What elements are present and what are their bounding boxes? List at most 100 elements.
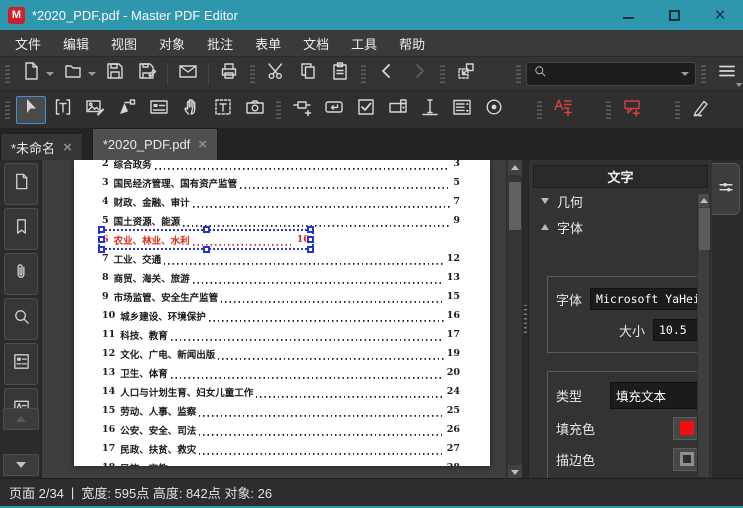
minimize-button[interactable] [605, 0, 651, 30]
toc-row[interactable]: 4 财政、金融、审计 7 [102, 192, 460, 211]
toc-row[interactable]: 14 人口与计划生育、妇女儿童工作 24 [102, 382, 460, 401]
toc-row[interactable]: 11 科技、教育 17 [102, 325, 460, 344]
toc-row[interactable]: 5 国土资源、能源 9 [102, 211, 460, 230]
toolbar-grip[interactable] [250, 64, 255, 83]
scroll-up-button[interactable] [508, 160, 522, 175]
scrollbar-thumb[interactable] [509, 182, 521, 230]
toolbar-grip[interactable] [516, 64, 521, 83]
font-family-select[interactable]: Microsoft YaHei [590, 288, 699, 310]
document-tab-2[interactable]: *2020_PDF.pdf × [91, 128, 219, 160]
toolbar-grip[interactable] [675, 100, 680, 119]
search-input[interactable] [547, 66, 681, 81]
menu-5[interactable]: 批注 [196, 30, 244, 56]
toc-row[interactable]: 18 民族、宗教 28 [102, 458, 460, 466]
fit-visible-button[interactable] [451, 60, 481, 88]
panel-scrollbar-thumb[interactable] [699, 208, 710, 250]
toc-row[interactable]: 17 民政、扶贫、救灾 27 [102, 439, 460, 458]
font-size-input[interactable]: 10.5 [653, 319, 699, 341]
toolbar-grip[interactable] [276, 100, 281, 119]
close-button[interactable]: × [697, 0, 743, 30]
hamburger-button[interactable] [712, 60, 742, 88]
toolbar-grip[interactable] [606, 100, 611, 119]
document-scrollbar[interactable] [506, 160, 522, 480]
menu-9[interactable]: 帮助 [388, 30, 436, 56]
menu-2[interactable]: 编辑 [52, 30, 100, 56]
tab-close-icon[interactable]: × [198, 137, 207, 152]
section-font[interactable]: 字体 [529, 214, 712, 240]
toolbar-grip[interactable] [537, 100, 542, 119]
back-button[interactable] [372, 60, 402, 88]
text-type-select[interactable]: 填充文本 [610, 382, 701, 409]
document-tab-1[interactable]: *未命名 × [0, 133, 83, 160]
hand-tool-button[interactable] [176, 96, 206, 124]
toolbar-grip[interactable] [5, 64, 10, 83]
toc-row[interactable]: 15 劳动、人事、监察 25 [102, 401, 460, 420]
selection-handle[interactable] [202, 226, 210, 233]
open-folder-button[interactable] [58, 60, 88, 88]
document-view[interactable]: 2 综合政务 3 3 国民经济管理、国有资产监管 5 4 财政、金融、审计 7 5 国土资源、能源 9… [42, 160, 522, 480]
maximize-button[interactable] [651, 0, 697, 30]
splitter-grip[interactable] [523, 305, 527, 333]
copy-button[interactable] [293, 60, 323, 88]
chevron-down-icon[interactable] [681, 71, 689, 76]
panel-scroll-up-button[interactable] [698, 194, 709, 207]
text-field-tool-button[interactable] [415, 96, 445, 124]
attachments-panel-button[interactable] [4, 253, 38, 295]
menu-8[interactable]: 工具 [340, 30, 388, 56]
selection-handle[interactable] [98, 246, 105, 253]
checkbox-field-tool-button[interactable] [351, 96, 381, 124]
section-geometry[interactable]: 几何 [529, 188, 712, 214]
print-button[interactable] [214, 60, 244, 88]
toc-row[interactable]: 12 文化、广电、新闻出版 19 [102, 344, 460, 363]
search-panel-button[interactable] [4, 298, 38, 340]
selection-handle[interactable] [98, 226, 105, 233]
edit-form-tool-button[interactable] [144, 96, 174, 124]
tab-close-icon[interactable]: × [63, 140, 72, 155]
combobox-field-tool-button[interactable] [383, 96, 413, 124]
new-document-button[interactable] [16, 60, 46, 88]
pdf-page[interactable]: 2 综合政务 3 3 国民经济管理、国有资产监管 5 4 财政、金融、审计 7 5 国土资源、能源 9… [74, 160, 490, 466]
toc-row[interactable]: 2 综合政务 3 [102, 160, 460, 173]
menu-6[interactable]: 表单 [244, 30, 292, 56]
selected-text-object[interactable]: 6 农业、林业、水利 10 [98, 226, 314, 253]
link-tool-button[interactable] [287, 96, 317, 124]
toc-row[interactable]: 16 公安、安全、司法 26 [102, 420, 460, 439]
menu-3[interactable]: 视图 [100, 30, 148, 56]
sidebar-scroll-down-button[interactable] [3, 454, 39, 476]
toolbar-grip[interactable] [5, 100, 10, 119]
bookmarks-panel-button[interactable] [4, 208, 38, 250]
cut-button[interactable] [261, 60, 291, 88]
menu-7[interactable]: 文档 [292, 30, 340, 56]
forward-button[interactable] [404, 60, 434, 88]
pages-panel-button[interactable] [4, 163, 38, 205]
toc-row[interactable]: 3 国民经济管理、国有资产监管 5 [102, 173, 460, 192]
toc-row[interactable]: 10 城乡建设、环境保护 16 [102, 306, 460, 325]
callout-tool-button[interactable] [617, 96, 647, 124]
edit-text-tool-button[interactable] [48, 96, 78, 124]
selection-handle[interactable] [307, 226, 314, 233]
listbox-field-tool-button[interactable] [447, 96, 477, 124]
note-tool-button[interactable] [548, 96, 578, 124]
chevron-down-icon[interactable] [46, 71, 54, 76]
toolbar-grip[interactable] [440, 64, 445, 83]
menu-4[interactable]: 对象 [148, 30, 196, 56]
edit-image-tool-button[interactable] [80, 96, 110, 124]
select-text-tool-button[interactable] [208, 96, 238, 124]
highlight-tool-button[interactable] [686, 96, 716, 124]
toolbar-grip[interactable] [361, 64, 366, 83]
toc-row[interactable]: 6 农业、林业、水利 10 [98, 226, 460, 253]
selection-handle[interactable] [307, 236, 314, 243]
selection-handle[interactable] [202, 246, 210, 253]
panel-scrollbar[interactable] [697, 193, 710, 478]
toc-row[interactable]: 9 市场监管、安全生产监管 15 [102, 287, 460, 306]
sidebar-scroll-up-button[interactable] [3, 408, 39, 430]
snapshot-tool-button[interactable] [240, 96, 270, 124]
toc-row[interactable]: 7 工业、交通 12 [102, 249, 460, 268]
email-button[interactable] [173, 60, 203, 88]
radio-field-tool-button[interactable] [479, 96, 509, 124]
select-tool-button[interactable] [16, 95, 46, 124]
toolbar-grip[interactable] [701, 64, 706, 83]
button-field-tool-button[interactable] [319, 96, 349, 124]
paste-button[interactable] [325, 60, 355, 88]
form-panel-button[interactable] [4, 343, 38, 385]
